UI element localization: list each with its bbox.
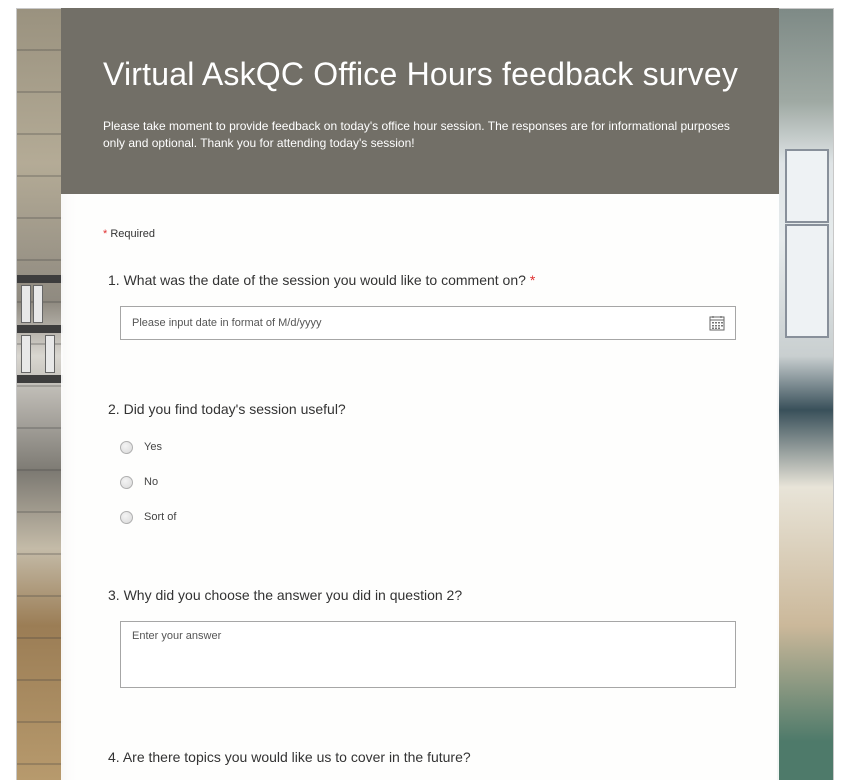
background-shelves xyxy=(17,9,63,780)
option-sort-of[interactable]: Sort of xyxy=(120,509,176,525)
radio-button[interactable] xyxy=(120,440,133,454)
binder xyxy=(21,335,31,373)
form-card: Virtual AskQC Office Hours feedback surv… xyxy=(61,8,779,780)
option-label: Sort of xyxy=(144,511,177,523)
question-number: 4. xyxy=(108,749,120,765)
option-label: No xyxy=(144,476,159,488)
background-window xyxy=(777,9,833,780)
answer-placeholder: Enter your answer xyxy=(132,630,222,642)
required-note: * Required xyxy=(103,228,155,240)
shelf xyxy=(17,275,63,283)
binder xyxy=(21,285,31,323)
calendar-icon[interactable] xyxy=(709,315,725,331)
date-input-placeholder: Please input date in format of M/d/yyyy xyxy=(132,317,322,329)
shelf xyxy=(17,325,63,333)
option-label: Yes xyxy=(144,441,162,453)
option-yes[interactable]: Yes xyxy=(120,439,162,455)
radio-button[interactable] xyxy=(120,475,133,489)
required-label: Required xyxy=(110,228,155,240)
question-2-title: 2. Did you find today's session useful? xyxy=(108,401,346,417)
option-no[interactable]: No xyxy=(120,474,158,490)
question-text: What was the date of the session you wou… xyxy=(123,272,526,288)
required-star: * xyxy=(529,272,536,288)
question-number: 3. xyxy=(108,587,120,603)
binder xyxy=(33,285,43,323)
question-number: 2. xyxy=(108,401,120,417)
question-text: Are there topics you would like us to co… xyxy=(122,749,471,765)
date-input[interactable]: Please input date in format of M/d/yyyy xyxy=(120,306,736,340)
question-4-title: 4. Are there topics you would like us to… xyxy=(108,749,471,765)
radio-button[interactable] xyxy=(120,510,133,524)
shelf xyxy=(17,375,63,383)
question-3-title: 3. Why did you choose the answer you did… xyxy=(108,587,462,603)
required-star: * xyxy=(103,228,108,240)
question-text: Did you find today's session useful? xyxy=(123,401,346,417)
form-title: Virtual AskQC Office Hours feedback surv… xyxy=(103,56,739,92)
question-1-title: 1. What was the date of the session you … xyxy=(108,272,535,288)
window-pane xyxy=(785,149,829,223)
answer-textarea[interactable]: Enter your answer xyxy=(120,621,736,688)
form-description: Please take moment to provide feedback o… xyxy=(103,119,730,150)
form-header: Virtual AskQC Office Hours feedback surv… xyxy=(61,8,779,194)
question-text: Why did you choose the answer you did in… xyxy=(123,587,463,603)
window-pane xyxy=(785,224,829,338)
question-number: 1. xyxy=(108,272,120,288)
binder xyxy=(45,335,55,373)
